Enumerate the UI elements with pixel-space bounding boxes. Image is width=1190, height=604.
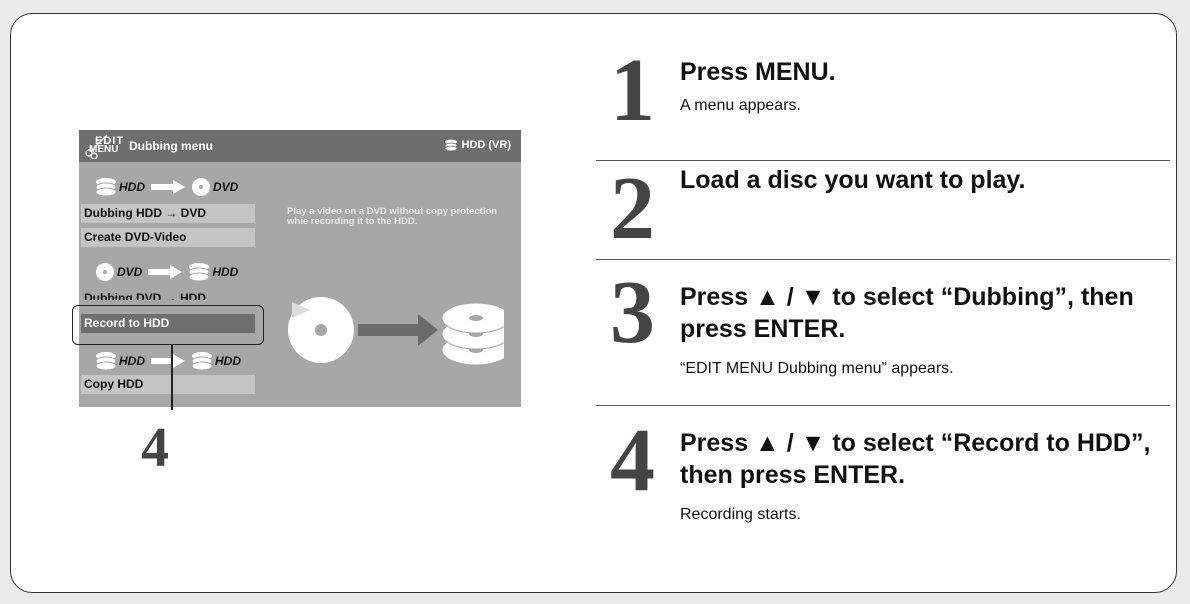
mode-text: HDD (VR) (461, 139, 512, 151)
dubbing-menu-screen: EDIT MENU Dubbing menu HDD (VR) HDD DVD … (79, 130, 521, 407)
arrow-right-icon (151, 180, 185, 194)
callout-highlight (72, 305, 264, 345)
screen-header: EDIT MENU Dubbing menu HDD (VR) (79, 130, 521, 162)
step-number: 4 (610, 411, 655, 510)
divider (596, 160, 1170, 161)
step-2: 2 Load a disc you want to play. (596, 164, 1170, 258)
dubbing-illustration (288, 297, 504, 366)
callout-leader (171, 345, 173, 410)
step-text: “EDIT MENU Dubbing menu” appears. (680, 360, 954, 377)
hdd-icon (191, 352, 213, 371)
logo-menu-text: MENU (89, 144, 119, 155)
menu-item-copy-hdd[interactable]: Copy HDD (81, 375, 255, 394)
mode-indicator: HDD (VR) (444, 139, 512, 151)
route-from-label: HDD (119, 180, 145, 194)
hdd-stack-icon (441, 302, 504, 366)
hdd-icon (95, 352, 117, 371)
route-hdd-to-hdd: HDD HDD (95, 349, 255, 373)
route-to-label: HDD (212, 265, 239, 279)
step-title: Press MENU. (680, 58, 836, 86)
route-to-label: DVD (213, 180, 239, 194)
menu-item-dubbing-hdd-dvd[interactable]: Dubbing HDD → DVD (81, 204, 255, 223)
route-hdd-to-dvd: HDD DVD (95, 175, 255, 199)
arrow-right-icon (148, 265, 183, 279)
dvd-icon (96, 263, 114, 281)
step-4: 4 Press ▲ / ▼ to select “Record to HDD”,… (596, 416, 1170, 546)
menu-item-dubbing-dvd-hdd[interactable]: Dubbing DVD → HDD (81, 289, 255, 300)
menu-item-create-dvd-video[interactable]: Create DVD-Video (81, 228, 255, 247)
edit-menu-logo: EDIT MENU (85, 133, 123, 159)
divider (596, 405, 1170, 406)
arrow-right-icon (358, 314, 438, 346)
menu-description: Play a video on a DVD without copy prote… (287, 206, 498, 227)
step-text: A menu appears. (680, 97, 801, 114)
route-to-label: HDD (215, 354, 241, 368)
step-title: Load a disc you want to play. (680, 166, 1026, 194)
hdd-icon (188, 263, 210, 282)
hdd-icon (444, 139, 457, 151)
route-dvd-to-hdd: DVD HDD (95, 260, 255, 284)
route-from-label: DVD (117, 265, 143, 279)
dvd-icon (192, 178, 210, 196)
step-text: Recording starts. (680, 506, 801, 523)
step-title: Press ▲ / ▼ to select “Record to HDD”, t… (680, 429, 1151, 489)
disc-icon (288, 297, 354, 363)
step-1: 1 Press MENU. A menu appears. (596, 46, 1170, 156)
step-number: 2 (610, 159, 655, 258)
hdd-icon (95, 178, 117, 197)
divider (596, 259, 1170, 260)
step-3: 3 Press ▲ / ▼ to select “Dubbing”, then … (596, 268, 1170, 398)
step-number: 1 (610, 41, 655, 140)
callout-number: 4 (141, 417, 169, 479)
arrow-right-icon (151, 354, 185, 368)
step-title: Press ▲ / ▼ to select “Dubbing”, then pr… (680, 283, 1134, 343)
step-number: 3 (610, 263, 655, 362)
screen-title: Dubbing menu (129, 139, 213, 153)
route-from-label: HDD (119, 354, 145, 368)
